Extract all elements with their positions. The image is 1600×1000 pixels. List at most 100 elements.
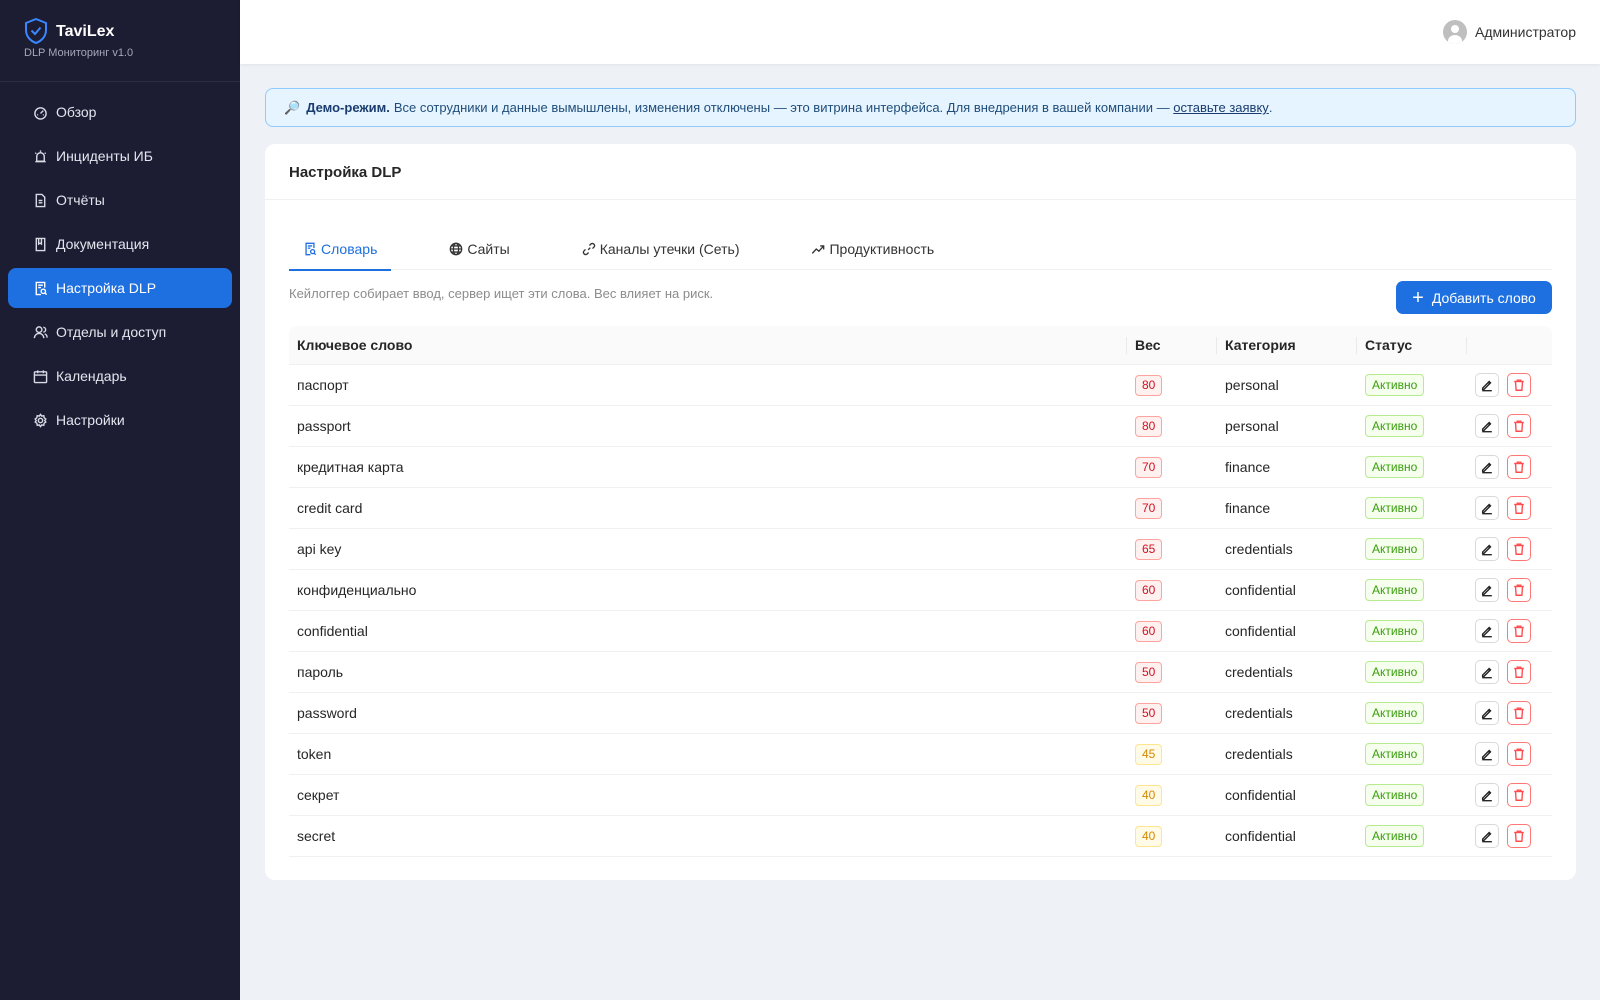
add-word-label: Добавить слово	[1431, 289, 1536, 306]
sidebar: TaviLex DLP Мониторинг v1.0 Обзор Инциде…	[0, 0, 240, 1000]
shield-check-icon	[25, 18, 47, 44]
user-menu[interactable]: Администратор	[1442, 20, 1576, 44]
sidebar-item-departments[interactable]: Отделы и доступ	[8, 312, 232, 352]
edit-button[interactable]	[1475, 496, 1499, 520]
keyword-cell: credit card	[297, 500, 363, 516]
table-row: passport 80 personal Активно	[289, 406, 1552, 447]
weight-tag: 65	[1135, 538, 1163, 560]
sidebar-item-label: Календарь	[56, 368, 127, 384]
keyword-cell: пароль	[297, 664, 344, 680]
status-badge: Активно	[1365, 415, 1425, 437]
brand-subtitle: DLP Мониторинг v1.0	[24, 47, 134, 59]
add-word-button[interactable]: + Добавить слово	[1396, 281, 1552, 314]
table-row: password 50 credentials Активно	[289, 693, 1552, 734]
trash-icon	[1514, 420, 1524, 432]
alarm-icon	[32, 148, 48, 164]
delete-button[interactable]	[1507, 578, 1531, 602]
sidebar-item-overview[interactable]: Обзор	[8, 92, 232, 132]
table-body: паспорт 80 personal Активно passport 80 …	[289, 365, 1552, 857]
edit-button[interactable]	[1475, 373, 1499, 397]
delete-button[interactable]	[1507, 742, 1531, 766]
status-badge: Активно	[1365, 374, 1425, 396]
delete-button[interactable]	[1507, 619, 1531, 643]
calendar-icon	[32, 368, 48, 384]
table-row: кредитная карта 70 finance Активно	[289, 447, 1552, 488]
table-row: пароль 50 credentials Активно	[289, 652, 1552, 693]
status-badge: Активно	[1365, 456, 1425, 478]
tab-productivity[interactable]: Продуктивность	[797, 228, 948, 270]
status-badge: Активно	[1365, 702, 1425, 724]
weight-tag: 40	[1135, 825, 1163, 847]
edit-button[interactable]	[1475, 414, 1499, 438]
banner-request-link[interactable]: оставьте заявку	[1173, 100, 1269, 115]
trash-icon	[1514, 625, 1524, 637]
plus-icon: +	[1412, 286, 1424, 309]
edit-icon	[1481, 667, 1492, 679]
category-cell: confidential	[1225, 623, 1296, 639]
trash-icon	[1514, 543, 1524, 555]
banner-text: Все сотрудники и данные вымышлены, измен…	[393, 100, 1170, 115]
edit-icon	[1481, 544, 1492, 556]
sidebar-item-dlp-settings[interactable]: Настройка DLP	[8, 268, 232, 308]
weight-tag: 40	[1135, 784, 1163, 806]
tab-sites[interactable]: Сайты	[435, 228, 523, 270]
category-cell: credentials	[1225, 746, 1293, 762]
table-row: token 45 credentials Активно	[289, 734, 1552, 775]
trash-icon	[1514, 789, 1524, 801]
sidebar-item-label: Обзор	[56, 104, 97, 120]
edit-button[interactable]	[1475, 578, 1499, 602]
sidebar-item-label: Отчёты	[56, 192, 105, 208]
delete-button[interactable]	[1507, 414, 1531, 438]
category-cell: confidential	[1225, 787, 1296, 803]
keyword-cell: конфиденциально	[297, 582, 417, 598]
category-cell: credentials	[1225, 541, 1293, 557]
trash-icon	[1514, 666, 1524, 678]
edit-icon	[1481, 421, 1492, 433]
delete-button[interactable]	[1507, 373, 1531, 397]
sidebar-nav: Обзор Инциденты ИБ Отчёты Документация Н…	[0, 92, 240, 440]
book-icon	[32, 236, 48, 252]
weight-tag: 50	[1135, 661, 1163, 683]
status-badge: Активно	[1365, 538, 1425, 560]
category-cell: credentials	[1225, 705, 1293, 721]
keyword-cell: паспорт	[297, 377, 349, 393]
edit-button[interactable]	[1475, 742, 1499, 766]
sidebar-item-calendar[interactable]: Календарь	[8, 356, 232, 396]
edit-icon	[1481, 831, 1492, 843]
delete-button[interactable]	[1507, 783, 1531, 807]
brand[interactable]: TaviLex DLP Мониторинг v1.0	[0, 0, 240, 82]
delete-button[interactable]	[1507, 455, 1531, 479]
category-cell: personal	[1225, 418, 1279, 434]
edit-button[interactable]	[1475, 537, 1499, 561]
file-icon	[32, 192, 48, 208]
category-cell: confidential	[1225, 828, 1296, 844]
status-badge: Активно	[1365, 743, 1425, 765]
edit-button[interactable]	[1475, 824, 1499, 848]
category-cell: finance	[1225, 459, 1271, 475]
edit-button[interactable]	[1475, 783, 1499, 807]
keyword-cell: confidential	[297, 623, 368, 639]
keyword-cell: api key	[297, 541, 342, 557]
file-search-icon	[305, 242, 317, 256]
sidebar-item-incidents[interactable]: Инциденты ИБ	[8, 136, 232, 176]
delete-button[interactable]	[1507, 537, 1531, 561]
edit-button[interactable]	[1475, 660, 1499, 684]
edit-button[interactable]	[1475, 455, 1499, 479]
sidebar-item-reports[interactable]: Отчёты	[8, 180, 232, 220]
edit-button[interactable]	[1475, 619, 1499, 643]
sidebar-item-docs[interactable]: Документация	[8, 224, 232, 264]
delete-button[interactable]	[1507, 496, 1531, 520]
sidebar-item-label: Настройки	[56, 412, 125, 428]
delete-button[interactable]	[1507, 701, 1531, 725]
weight-tag: 60	[1135, 579, 1163, 601]
edit-button[interactable]	[1475, 701, 1499, 725]
banner-title: Демо-режим.	[306, 100, 390, 115]
sidebar-item-settings[interactable]: Настройки	[8, 400, 232, 440]
tab-leak-channels[interactable]: Каналы утечки (Сеть)	[568, 228, 754, 270]
delete-button[interactable]	[1507, 660, 1531, 684]
delete-button[interactable]	[1507, 824, 1531, 848]
weight-tag: 45	[1135, 743, 1163, 765]
trash-icon	[1514, 502, 1524, 514]
tab-dictionary[interactable]: Словарь	[289, 228, 392, 271]
keyword-cell: token	[297, 746, 332, 762]
